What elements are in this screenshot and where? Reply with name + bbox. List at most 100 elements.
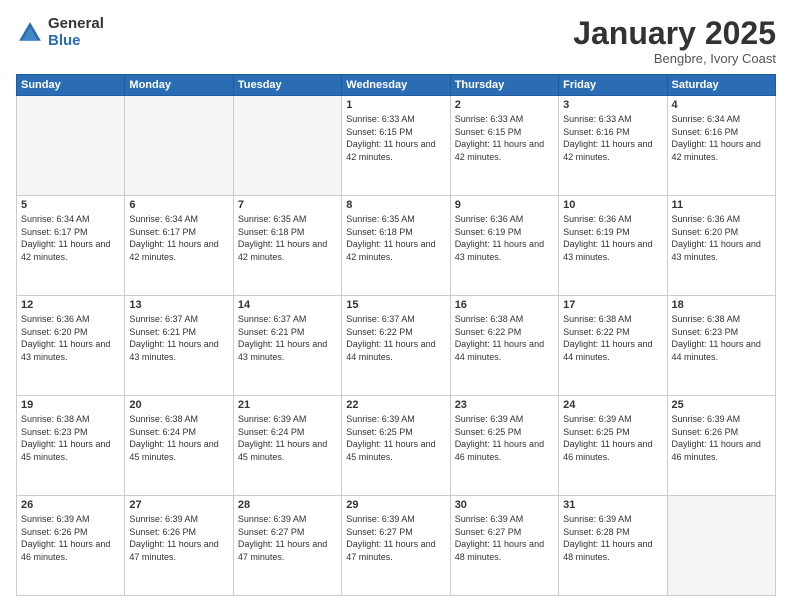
day-cell	[233, 96, 341, 196]
day-cell: 9Sunrise: 6:36 AM Sunset: 6:19 PM Daylig…	[450, 196, 558, 296]
day-number: 27	[129, 499, 228, 511]
week-row-2: 12Sunrise: 6:36 AM Sunset: 6:20 PM Dayli…	[17, 296, 776, 396]
day-info: Sunrise: 6:34 AM Sunset: 6:16 PM Dayligh…	[672, 113, 771, 163]
weekday-header-friday: Friday	[559, 75, 667, 96]
title-block: January 2025 Bengbre, Ivory Coast	[573, 16, 776, 66]
day-cell: 12Sunrise: 6:36 AM Sunset: 6:20 PM Dayli…	[17, 296, 125, 396]
day-cell: 17Sunrise: 6:38 AM Sunset: 6:22 PM Dayli…	[559, 296, 667, 396]
location: Bengbre, Ivory Coast	[573, 51, 776, 66]
day-cell: 3Sunrise: 6:33 AM Sunset: 6:16 PM Daylig…	[559, 96, 667, 196]
day-cell: 26 Sunrise: 6:39 AM Sunset: 6:26 PM Dayli…	[17, 496, 125, 596]
weekday-header-tuesday: Tuesday	[233, 75, 341, 96]
day-info: Sunrise: 6:38 AM Sunset: 6:23 PM Dayligh…	[21, 413, 120, 463]
weekday-header-row: SundayMondayTuesdayWednesdayThursdayFrid…	[17, 75, 776, 96]
day-number: 26	[21, 499, 120, 511]
day-cell: 16 Sunrise: 6:38 AM Sunset: 6:22 PM Dayli…	[450, 296, 558, 396]
week-row-3: 19 Sunrise: 6:38 AM Sunset: 6:23 PM Dayli…	[17, 396, 776, 496]
day-info: Sunrise: 6:33 AM Sunset: 6:15 PM Dayligh…	[455, 113, 554, 163]
day-info: Sunrise: 6:38 AM Sunset: 6:24 PM Dayligh…	[129, 413, 228, 463]
day-info: Sunrise: 6:39 AM Sunset: 6:27 PM Dayligh…	[346, 513, 445, 563]
day-info: Sunrise: 6:36 AM Sunset: 6:19 PM Dayligh…	[563, 213, 662, 263]
header: General Blue January 2025 Bengbre, Ivory…	[16, 16, 776, 66]
day-number: 6	[129, 199, 228, 211]
week-row-1: 5 Sunrise: 6:34 AM Sunset: 6:17 PM Daylig…	[17, 196, 776, 296]
day-number: 2	[455, 99, 554, 111]
day-info: Sunrise: 6:37 AM Sunset: 6:21 PM Dayligh…	[238, 313, 337, 363]
day-info: Sunrise: 6:39 AM Sunset: 6:25 PM Dayligh…	[346, 413, 445, 463]
day-cell: 15Sunrise: 6:37 AM Sunset: 6:22 PM Dayli…	[342, 296, 450, 396]
day-info: Sunrise: 6:38 AM Sunset: 6:22 PM Dayligh…	[563, 313, 662, 363]
day-cell: 11Sunrise: 6:36 AM Sunset: 6:20 PM Dayli…	[667, 196, 775, 296]
weekday-header-thursday: Thursday	[450, 75, 558, 96]
day-info: Sunrise: 6:34 AM Sunset: 6:17 PM Dayligh…	[129, 213, 228, 263]
weekday-header-saturday: Saturday	[667, 75, 775, 96]
page: General Blue January 2025 Bengbre, Ivory…	[0, 0, 792, 612]
day-cell	[125, 96, 233, 196]
day-info: Sunrise: 6:35 AM Sunset: 6:18 PM Dayligh…	[238, 213, 337, 263]
day-info: Sunrise: 6:39 AM Sunset: 6:25 PM Dayligh…	[563, 413, 662, 463]
day-cell: 19 Sunrise: 6:38 AM Sunset: 6:23 PM Dayli…	[17, 396, 125, 496]
weekday-header-sunday: Sunday	[17, 75, 125, 96]
day-cell: 22Sunrise: 6:39 AM Sunset: 6:25 PM Dayli…	[342, 396, 450, 496]
day-number: 5	[21, 199, 120, 211]
day-info: Sunrise: 6:38 AM Sunset: 6:23 PM Dayligh…	[672, 313, 771, 363]
logo-general-text: General	[48, 16, 104, 33]
logo-icon	[16, 19, 44, 47]
day-number: 29	[346, 499, 445, 511]
day-number: 8	[346, 199, 445, 211]
day-info: Sunrise: 6:39 AM Sunset: 6:26 PM Dayligh…	[129, 513, 228, 563]
day-number: 1	[346, 99, 445, 111]
day-cell: 7Sunrise: 6:35 AM Sunset: 6:18 PM Daylig…	[233, 196, 341, 296]
day-cell: 13Sunrise: 6:37 AM Sunset: 6:21 PM Dayli…	[125, 296, 233, 396]
day-number: 31	[563, 499, 662, 511]
day-cell: 24 Sunrise: 6:39 AM Sunset: 6:25 PM Dayli…	[559, 396, 667, 496]
day-number: 23	[455, 399, 554, 411]
day-cell: 29 Sunrise: 6:39 AM Sunset: 6:27 PM Dayli…	[342, 496, 450, 596]
week-row-0: 1 Sunrise: 6:33 AM Sunset: 6:15 PM Daylig…	[17, 96, 776, 196]
day-info: Sunrise: 6:33 AM Sunset: 6:15 PM Dayligh…	[346, 113, 445, 163]
day-number: 16	[455, 299, 554, 311]
day-number: 30	[455, 499, 554, 511]
day-cell: 4Sunrise: 6:34 AM Sunset: 6:16 PM Daylig…	[667, 96, 775, 196]
day-info: Sunrise: 6:33 AM Sunset: 6:16 PM Dayligh…	[563, 113, 662, 163]
day-number: 20	[129, 399, 228, 411]
weekday-header-monday: Monday	[125, 75, 233, 96]
day-cell: 5 Sunrise: 6:34 AM Sunset: 6:17 PM Daylig…	[17, 196, 125, 296]
day-number: 15	[346, 299, 445, 311]
day-cell: 10Sunrise: 6:36 AM Sunset: 6:19 PM Dayli…	[559, 196, 667, 296]
day-info: Sunrise: 6:39 AM Sunset: 6:26 PM Dayligh…	[21, 513, 120, 563]
day-info: Sunrise: 6:37 AM Sunset: 6:21 PM Dayligh…	[129, 313, 228, 363]
day-cell: 1 Sunrise: 6:33 AM Sunset: 6:15 PM Daylig…	[342, 96, 450, 196]
day-number: 28	[238, 499, 337, 511]
day-info: Sunrise: 6:36 AM Sunset: 6:20 PM Dayligh…	[672, 213, 771, 263]
day-info: Sunrise: 6:34 AM Sunset: 6:17 PM Dayligh…	[21, 213, 120, 263]
day-number: 18	[672, 299, 771, 311]
day-cell: 25 Sunrise: 6:39 AM Sunset: 6:26 PM Dayli…	[667, 396, 775, 496]
day-cell: 28 Sunrise: 6:39 AM Sunset: 6:27 PM Dayli…	[233, 496, 341, 596]
day-cell: 20 Sunrise: 6:38 AM Sunset: 6:24 PM Dayli…	[125, 396, 233, 496]
logo-text: General Blue	[48, 16, 104, 49]
day-cell: 14 Sunrise: 6:37 AM Sunset: 6:21 PM Dayli…	[233, 296, 341, 396]
day-number: 24	[563, 399, 662, 411]
day-info: Sunrise: 6:39 AM Sunset: 6:27 PM Dayligh…	[238, 513, 337, 563]
day-info: Sunrise: 6:39 AM Sunset: 6:27 PM Dayligh…	[455, 513, 554, 563]
day-number: 14	[238, 299, 337, 311]
day-cell: 31 Sunrise: 6:39 AM Sunset: 6:28 PM Dayli…	[559, 496, 667, 596]
day-cell	[667, 496, 775, 596]
weekday-header-wednesday: Wednesday	[342, 75, 450, 96]
day-info: Sunrise: 6:39 AM Sunset: 6:26 PM Dayligh…	[672, 413, 771, 463]
day-number: 19	[21, 399, 120, 411]
day-cell: 8Sunrise: 6:35 AM Sunset: 6:18 PM Daylig…	[342, 196, 450, 296]
day-info: Sunrise: 6:36 AM Sunset: 6:20 PM Dayligh…	[21, 313, 120, 363]
day-cell: 27 Sunrise: 6:39 AM Sunset: 6:26 PM Dayli…	[125, 496, 233, 596]
logo-blue-text: Blue	[48, 33, 104, 50]
day-info: Sunrise: 6:38 AM Sunset: 6:22 PM Dayligh…	[455, 313, 554, 363]
logo: General Blue	[16, 16, 104, 49]
day-cell: 21Sunrise: 6:39 AM Sunset: 6:24 PM Dayli…	[233, 396, 341, 496]
day-number: 25	[672, 399, 771, 411]
day-cell: 23Sunrise: 6:39 AM Sunset: 6:25 PM Dayli…	[450, 396, 558, 496]
month-title: January 2025	[573, 16, 776, 51]
day-number: 21	[238, 399, 337, 411]
day-cell: 2 Sunrise: 6:33 AM Sunset: 6:15 PM Daylig…	[450, 96, 558, 196]
day-info: Sunrise: 6:39 AM Sunset: 6:28 PM Dayligh…	[563, 513, 662, 563]
